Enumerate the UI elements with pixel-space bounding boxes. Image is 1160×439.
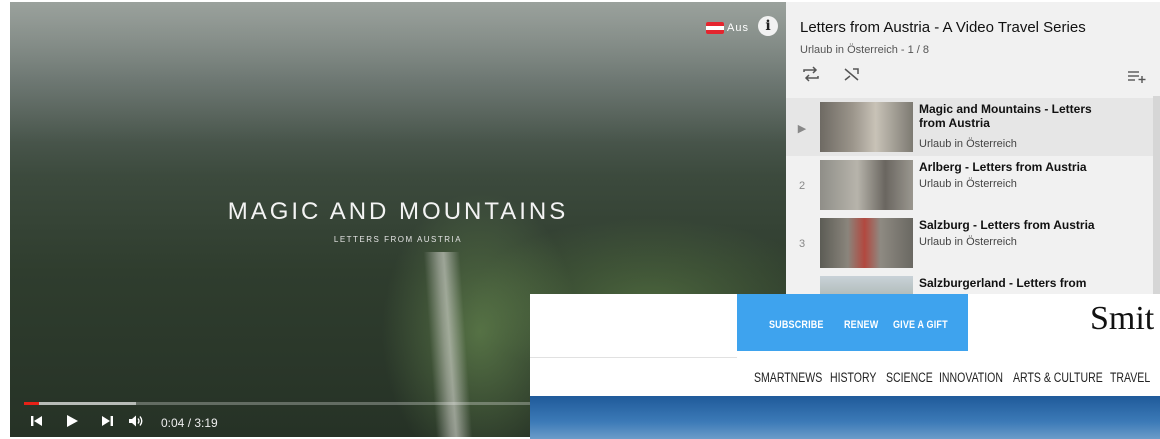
playlist-panel: Letters from Austria - A Video Travel Se… [786,2,1160,294]
volume-icon[interactable] [128,414,146,431]
nav-arts-culture[interactable]: ARTS & CULTURE [1013,370,1103,385]
loop-icon[interactable] [802,66,820,87]
austria-flag-icon [706,22,724,34]
video-overlay-subtitle: LETTERS FROM AUSTRIA [333,235,463,244]
channel-brand-label: Aus [727,22,749,34]
nav-smartnews[interactable]: SMARTNEWS [754,370,822,385]
playlist-meta: Urlaub in Österreich - 1 / 8 [800,44,929,56]
nav-science[interactable]: SCIENCE [886,370,933,385]
playlist-item-title: Salzburg - Letters from Austria [919,218,1095,232]
add-to-playlist-icon[interactable] [1127,68,1147,88]
playlist-item-title: Magic and Mountains - Letters from Austr… [919,102,1092,130]
skip-next-icon[interactable] [100,414,114,431]
now-playing-icon: ▶ [797,123,807,135]
playlist-item[interactable]: 3 Salzburg - Letters from Austria Urlaub… [786,214,1160,272]
playlist-item[interactable]: ▶ Magic and Mountains - Letters from Aus… [786,98,1160,156]
shuffle-icon[interactable] [843,66,861,87]
skip-previous-icon[interactable] [30,414,44,431]
time-display: 0:04 / 3:19 [161,416,218,430]
nav-innovation[interactable]: INNOVATION [939,370,1003,385]
playlist-item-channel: Urlaub in Österreich [919,138,1017,150]
playlist-item[interactable]: 2 Arlberg - Letters from Austria Urlaub … [786,156,1160,214]
sky-haze [10,2,786,142]
playlist-item-title: Arlberg - Letters from Austria [919,160,1087,174]
playlist-item-channel: Urlaub in Österreich [919,236,1017,248]
playlist-item-index: 3 [798,238,806,250]
video-thumbnail [820,276,913,294]
progress-loaded [24,402,137,405]
play-icon[interactable] [65,414,79,431]
nav-travel[interactable]: TRAVEL [1110,370,1150,385]
video-thumbnail [820,102,913,152]
info-icon[interactable]: i [758,16,778,36]
playlist-items: ▶ Magic and Mountains - Letters from Aus… [786,98,1160,294]
video-thumbnail [820,218,913,268]
playlist-item[interactable]: Salzburgerland - Letters from [786,272,1160,294]
give-a-gift-link[interactable]: GIVE A GIFT [893,319,948,331]
playlist-item-index: 2 [798,180,806,192]
progress-played [24,402,39,405]
playlist-item-channel: Urlaub in Österreich [919,178,1017,190]
hero-banner [530,396,1160,439]
smithsonian-header: SUBSCRIBE RENEW GIVE A GIFT Smit SMARTNE… [530,294,1160,439]
subscribe-link[interactable]: SUBSCRIBE [769,319,824,331]
video-overlay-title: MAGIC AND MOUNTAINS [227,198,569,225]
smithsonian-logo[interactable]: Smit [1090,300,1154,338]
nav-history[interactable]: HISTORY [830,370,876,385]
renew-link[interactable]: RENEW [844,319,878,331]
playlist-item-title: Salzburgerland - Letters from [919,276,1087,290]
playlist-title[interactable]: Letters from Austria - A Video Travel Se… [800,19,1086,36]
header-divider [530,357,737,358]
playlist-scrollbar[interactable] [1153,96,1160,294]
subscribe-bar: SUBSCRIBE RENEW GIVE A GIFT [737,294,968,351]
video-thumbnail [820,160,913,210]
